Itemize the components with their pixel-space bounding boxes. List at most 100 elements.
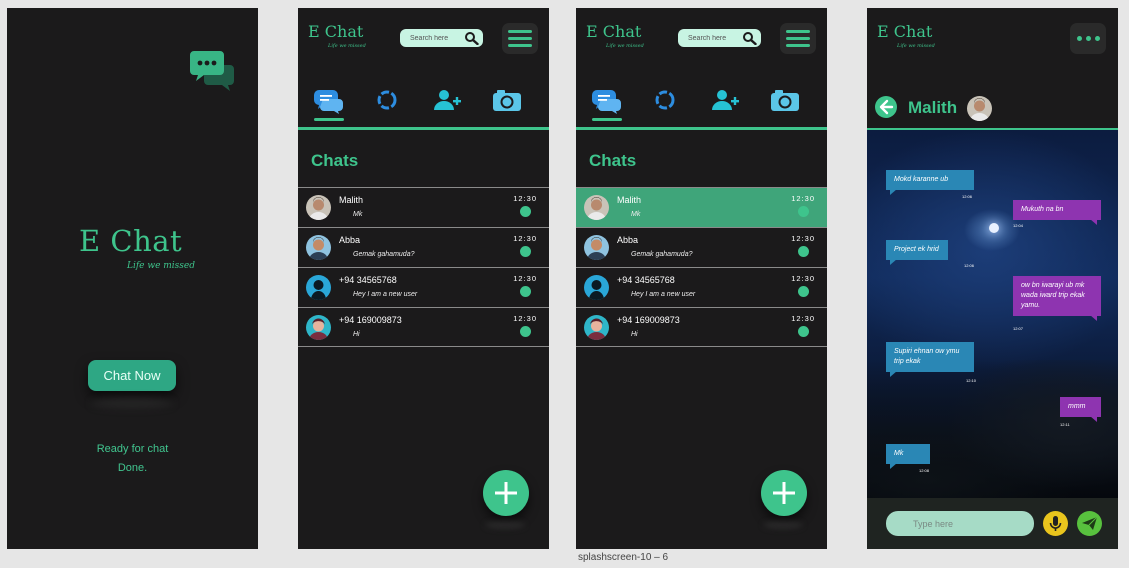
contact-name: +94 169009873	[339, 315, 402, 325]
contact-name: Malith	[908, 98, 958, 117]
more-dots-icon	[1076, 36, 1082, 41]
menu-button[interactable]	[502, 23, 538, 54]
add-contact-icon[interactable]	[707, 86, 743, 116]
chat-list-selected-screen: E Chat Life we missed Search here Chats …	[576, 8, 827, 549]
app-title: E Chat	[79, 224, 183, 258]
avatar	[306, 235, 331, 260]
message-bubble: Mk	[886, 444, 930, 469]
plus-icon	[773, 482, 795, 504]
fab-shadow	[763, 521, 803, 529]
contact-name: Malith	[617, 195, 642, 205]
avatar	[584, 195, 609, 220]
message-text: Mk	[894, 450, 904, 457]
chat-row-malith[interactable]: Malith Mk 12:30	[576, 187, 827, 227]
search-input[interactable]	[682, 31, 740, 45]
menu-button[interactable]	[780, 23, 816, 54]
moon	[989, 223, 999, 233]
chat-bubbles-icon[interactable]	[311, 86, 347, 116]
message-time: 12:06	[964, 263, 975, 268]
avatar	[306, 315, 331, 340]
search-box	[678, 29, 761, 47]
header-title: E Chat	[877, 22, 933, 41]
online-dot	[520, 206, 531, 217]
online-dot	[798, 326, 809, 337]
chat-row-malith[interactable]: Malith Mk 12:30	[298, 187, 549, 227]
last-message: Mk	[631, 211, 641, 218]
header-tagline: Life we missed	[328, 43, 366, 49]
hamburger-icon	[508, 30, 532, 33]
chat-row-number[interactable]: +94 169009873 Hi 12:30	[298, 307, 549, 347]
online-dot	[798, 206, 809, 217]
online-dot	[520, 286, 531, 297]
more-options-button[interactable]	[1070, 23, 1106, 54]
send-button[interactable]	[1077, 511, 1102, 536]
search-input[interactable]	[404, 31, 462, 45]
avatar	[584, 235, 609, 260]
status-text: Ready for chat	[96, 443, 169, 455]
message-time: 12:30	[513, 234, 537, 243]
message-input[interactable]	[886, 511, 1034, 536]
status-ring-icon[interactable]	[369, 86, 405, 116]
message-text: mmm	[1068, 403, 1086, 410]
search-icon[interactable]	[742, 31, 757, 45]
chat-row-new-user[interactable]: +94 34565768 Hey I am a new user 12:30	[576, 267, 827, 307]
message-time: 12:06	[962, 194, 973, 199]
chat-row-new-user[interactable]: +94 34565768 Hey I am a new user 12:30	[298, 267, 549, 307]
chat-bubbles-icon[interactable]	[589, 86, 625, 116]
chats-heading: Chats	[589, 151, 637, 170]
contact-name: +94 34565768	[339, 275, 397, 285]
message-time: 12:11	[1060, 422, 1070, 427]
search-icon[interactable]	[464, 31, 479, 45]
send-icon	[1082, 516, 1098, 530]
chat-row-number[interactable]: +94 169009873 Hi 12:30	[576, 307, 827, 347]
new-chat-button[interactable]	[761, 470, 807, 516]
back-arrow-icon[interactable]	[875, 96, 897, 118]
chat-row-abba[interactable]: Abba Gemak gahamuda? 12:30	[576, 227, 827, 267]
message-time: 12:04	[1013, 223, 1024, 228]
message-bubble: Mukuth na bn	[1013, 200, 1101, 225]
message-bubble: Mokd karanne ub	[886, 170, 974, 195]
last-message: Gemak gahamuda?	[353, 251, 415, 258]
voice-button[interactable]	[1043, 511, 1068, 536]
splash-screen: E Chat Life we missed Chat Now Ready for…	[7, 8, 258, 549]
coastline	[867, 360, 1118, 498]
message-bubble: ow bn iwarayi ub mk wada iward trip ekak…	[1013, 276, 1101, 321]
app-tagline: Life we missed	[127, 261, 196, 271]
message-time: 12:10	[966, 378, 977, 383]
active-tab-indicator	[592, 118, 622, 121]
new-chat-button[interactable]	[483, 470, 529, 516]
online-dot	[520, 326, 531, 337]
plus-icon	[495, 482, 517, 504]
chat-now-button[interactable]: Chat Now	[88, 360, 176, 391]
conversation-screen: E Chat Life we missed Malith Mokd karann…	[867, 8, 1118, 549]
message-composer	[867, 498, 1118, 549]
button-shadow	[91, 398, 173, 408]
message-bubble: Supiri ehnan ow ymu trip ekak	[886, 342, 974, 377]
last-message: Hi	[631, 331, 638, 338]
message-time: 12:30	[513, 314, 537, 323]
last-message: Hey I am a new user	[631, 291, 696, 298]
search-box	[400, 29, 483, 47]
chat-list: Malith Mk 12:30 Abba Gemak gahamuda? 12:…	[298, 187, 549, 347]
frame-caption: splashscreen-10 – 6	[578, 552, 669, 563]
message-time: 12:30	[791, 234, 815, 243]
microphone-icon	[1049, 516, 1062, 531]
chat-list-screen: E Chat Life we missed Search here Chats …	[298, 8, 549, 549]
status-text-done: Done.	[117, 462, 148, 474]
last-message: Hey I am a new user	[353, 291, 418, 298]
active-tab-indicator	[314, 118, 344, 121]
camera-icon[interactable]	[767, 86, 803, 116]
online-dot	[798, 286, 809, 297]
chats-heading: Chats	[311, 151, 359, 170]
last-message: Gemak gahamuda?	[631, 251, 693, 258]
add-contact-icon[interactable]	[429, 86, 465, 116]
header-title: E Chat	[586, 22, 642, 41]
message-text: Supiri ehnan ow ymu trip ekak	[894, 348, 960, 365]
status-ring-icon[interactable]	[647, 86, 683, 116]
chat-row-abba[interactable]: Abba Gemak gahamuda? 12:30	[298, 227, 549, 267]
camera-icon[interactable]	[489, 86, 525, 116]
contact-avatar[interactable]	[967, 96, 992, 121]
message-bubble: mmm	[1060, 397, 1101, 422]
header-divider	[576, 127, 827, 130]
chat-logo-icon	[190, 51, 234, 91]
